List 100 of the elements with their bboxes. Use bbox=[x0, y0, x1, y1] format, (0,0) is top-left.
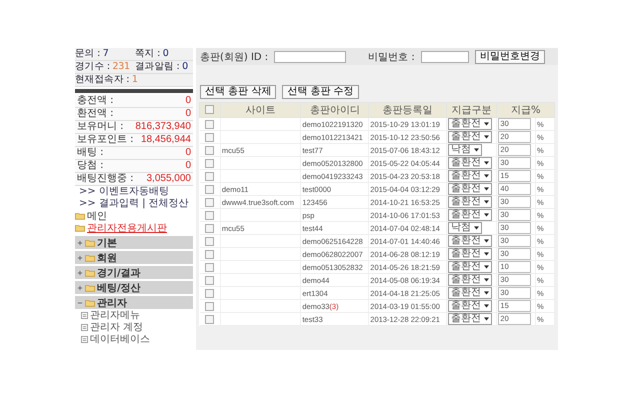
payment-type-dropdown[interactable]: 낙첨 bbox=[448, 144, 482, 156]
dropdown-arrow-icon bbox=[484, 200, 490, 204]
menu-section[interactable]: 관리자 bbox=[75, 296, 193, 309]
balance-label: 충전액 : bbox=[77, 95, 114, 107]
balance-value: 0 bbox=[185, 160, 191, 172]
row-checkbox[interactable] bbox=[204, 276, 214, 285]
row-checkbox[interactable] bbox=[204, 250, 214, 259]
balance-label: 보유포인트 : bbox=[77, 134, 134, 146]
dropdown-arrow-icon bbox=[484, 265, 490, 269]
payment-type-dropdown[interactable]: 출환전 bbox=[448, 300, 492, 312]
section-label: 기본 bbox=[97, 236, 117, 250]
dropdown-arrow-icon bbox=[484, 122, 490, 126]
payment-type-dropdown[interactable]: 출환전 bbox=[448, 248, 492, 260]
stat-text: 현재접속자 : 1 bbox=[75, 74, 138, 86]
row-checkbox[interactable] bbox=[204, 224, 214, 233]
dropdown-arrow-icon bbox=[484, 304, 490, 308]
dropdown-arrow-icon bbox=[484, 239, 490, 243]
document-icon bbox=[81, 336, 88, 342]
balance-value: 816,373,940 bbox=[135, 121, 191, 133]
balance-value: 0 bbox=[185, 95, 191, 107]
row-checkbox[interactable] bbox=[204, 172, 214, 181]
balance-value: 18,456,944 bbox=[140, 134, 191, 146]
balance-value: 0 bbox=[185, 147, 191, 159]
id-field[interactable] bbox=[274, 50, 346, 62]
stat-text: 쪽지 : 0 bbox=[135, 48, 170, 60]
balance-value: 3,055,000 bbox=[146, 173, 191, 185]
menu-link[interactable]: >> 결과입력 | 전체정산 bbox=[75, 198, 193, 210]
menu-link[interactable]: >> 이벤트자동배팅 bbox=[75, 186, 193, 198]
row-checkbox[interactable] bbox=[204, 132, 214, 142]
section-label: 관리자 bbox=[97, 296, 127, 310]
row-checkbox[interactable] bbox=[204, 120, 214, 129]
payment-type-dropdown[interactable]: 출환전 bbox=[448, 118, 492, 130]
dropdown-arrow-icon bbox=[484, 278, 490, 282]
row-checkbox[interactable] bbox=[204, 288, 214, 298]
password-field[interactable] bbox=[420, 50, 469, 62]
payment-type-dropdown[interactable]: 출환전 bbox=[448, 261, 492, 273]
payment-type-dropdown[interactable]: 출환전 bbox=[448, 157, 492, 169]
submenu-item[interactable]: 관리자 계정 bbox=[90, 320, 144, 334]
password-label: 비밀번호 : bbox=[368, 50, 415, 64]
section-label: 베팅/정산 bbox=[97, 282, 141, 294]
menu-section[interactable]: 회원 bbox=[75, 251, 193, 264]
row-checkbox[interactable] bbox=[204, 158, 214, 168]
column-header: 총판아이디 bbox=[300, 102, 369, 118]
menu-item[interactable]: 메인 bbox=[87, 209, 107, 223]
row-checkbox[interactable] bbox=[204, 184, 214, 194]
section-label: 회원 bbox=[97, 252, 117, 264]
balance-label: 배팅진행중 : bbox=[77, 173, 134, 185]
dropdown-arrow-icon bbox=[484, 213, 490, 217]
submenu-item[interactable]: 데이터베이스 bbox=[90, 332, 150, 346]
dropdown-arrow-icon bbox=[474, 226, 480, 230]
payment-type-dropdown[interactable]: 낙첨 bbox=[448, 222, 482, 234]
balance-label: 당첨 : bbox=[77, 160, 104, 172]
dropdown-arrow-icon bbox=[484, 187, 490, 191]
document-icon bbox=[81, 312, 88, 318]
menu-section[interactable]: 경기/결과 bbox=[75, 266, 193, 279]
menu-section[interactable]: 기본 bbox=[75, 236, 193, 249]
column-header: 총판등록일 bbox=[368, 102, 447, 118]
document-icon bbox=[81, 324, 88, 330]
payment-type-dropdown[interactable]: 출환전 bbox=[448, 313, 492, 325]
toggle-icon[interactable] bbox=[77, 300, 83, 306]
dropdown-arrow-icon bbox=[484, 161, 490, 165]
row-checkbox[interactable] bbox=[204, 302, 214, 311]
payment-type-dropdown[interactable]: 출환전 bbox=[448, 209, 492, 221]
toggle-icon[interactable] bbox=[77, 240, 83, 246]
stat-text: 문의 : 7 bbox=[75, 48, 110, 60]
payment-type-dropdown[interactable]: 출환전 bbox=[448, 235, 492, 247]
balance-value: 0 bbox=[185, 108, 191, 120]
stat-text: 결과알림 : 0 bbox=[135, 61, 189, 73]
menu-section[interactable]: 베팅/정산 bbox=[75, 281, 193, 294]
payment-type-dropdown[interactable]: 출환전 bbox=[448, 183, 492, 195]
payment-type-dropdown[interactable]: 출환전 bbox=[448, 274, 492, 286]
balance-label: 보유머니 : bbox=[77, 121, 124, 133]
column-header: 지급구분 bbox=[446, 102, 497, 118]
payment-type-dropdown[interactable]: 출환전 bbox=[448, 131, 492, 143]
balance-label: 환전액 : bbox=[77, 108, 114, 120]
dropdown-arrow-icon bbox=[484, 317, 490, 321]
action-button[interactable]: 선택 총판 수정 bbox=[282, 85, 359, 99]
select-all-checkbox[interactable] bbox=[205, 105, 214, 114]
row-checkbox[interactable] bbox=[204, 262, 214, 272]
dropdown-arrow-icon bbox=[484, 135, 490, 139]
toggle-icon[interactable] bbox=[77, 284, 83, 290]
row-checkbox[interactable] bbox=[204, 314, 214, 324]
stat-text: 경기수 : 231 bbox=[75, 61, 131, 73]
submenu-item[interactable]: 관리자메뉴 bbox=[90, 308, 140, 322]
id-label: 총판(회원) ID : bbox=[200, 50, 268, 64]
action-button[interactable]: 선택 총판 삭제 bbox=[200, 85, 276, 99]
dropdown-arrow-icon bbox=[484, 252, 490, 256]
row-checkbox[interactable] bbox=[204, 198, 214, 207]
toggle-icon[interactable] bbox=[77, 270, 83, 276]
payment-type-dropdown[interactable]: 출환전 bbox=[448, 287, 492, 299]
row-checkbox[interactable] bbox=[204, 146, 214, 155]
payment-type-dropdown[interactable]: 출환전 bbox=[448, 170, 492, 182]
toggle-icon[interactable] bbox=[77, 254, 83, 260]
menu-item[interactable]: 관리자전용게시판 bbox=[87, 221, 167, 235]
section-label: 경기/결과 bbox=[97, 266, 141, 280]
row-checkbox[interactable] bbox=[204, 210, 214, 220]
row-checkbox[interactable] bbox=[204, 236, 214, 246]
payment-type-dropdown[interactable]: 출환전 bbox=[448, 196, 492, 208]
change-password-button[interactable]: 비밀번호변경 bbox=[474, 50, 545, 64]
dropdown-arrow-icon bbox=[474, 148, 480, 152]
